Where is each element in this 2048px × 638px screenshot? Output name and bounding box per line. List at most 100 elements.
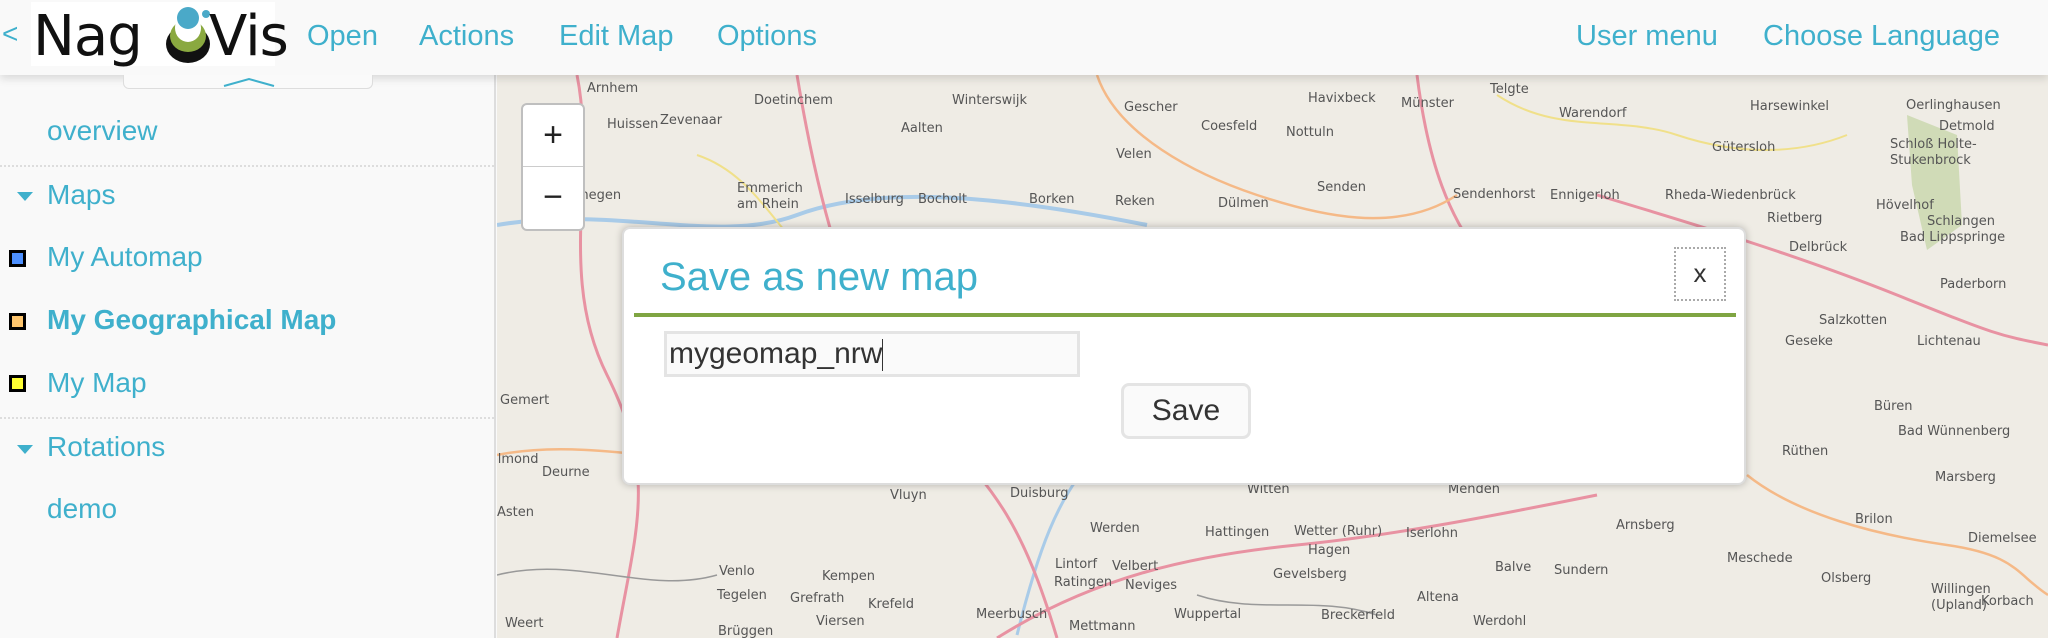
map-place-label: Gevelsberg — [1273, 567, 1347, 582]
sidebar-item-my-geographical-map[interactable]: My Geographical Map — [47, 304, 336, 336]
map-place-label: Neviges — [1125, 578, 1178, 593]
map-place-label: Münster — [1401, 96, 1454, 111]
sidebar-section-maps[interactable]: Maps — [47, 179, 115, 211]
map-place-label: Hövelhof — [1876, 198, 1934, 213]
map-place-label: Gescher — [1124, 100, 1178, 115]
map-place-label: Werdohl — [1473, 614, 1527, 629]
zoom-control: + − — [521, 103, 585, 231]
map-place-label: Geseke — [1785, 334, 1833, 349]
close-button[interactable]: x — [1674, 247, 1726, 301]
map-place-label: Warendorf — [1559, 106, 1627, 121]
map-place-label: Telgte — [1490, 82, 1529, 97]
map-name-value: mygeomap_nrw — [669, 337, 883, 370]
map-place-label: Hattingen — [1205, 525, 1270, 540]
map-place-label: Viersen — [816, 614, 865, 629]
map-place-label: Arnsberg — [1616, 518, 1675, 533]
map-place-label: Krefeld — [868, 597, 915, 612]
map-place-label: Havixbeck — [1308, 91, 1376, 106]
menu-open[interactable]: Open — [307, 20, 378, 53]
logo-mark-icon — [166, 7, 210, 63]
logo-text-left: Nag — [33, 4, 143, 69]
map-place-label: Velen — [1116, 147, 1152, 162]
map-place-label: am Rhein — [737, 197, 799, 212]
zoom-in-button[interactable]: + — [523, 105, 583, 167]
map-place-label: Paderborn — [1940, 277, 2007, 292]
title-divider — [634, 313, 1736, 317]
logo-text-right: Vis — [209, 4, 289, 69]
map-place-label: Iserlohn — [1406, 526, 1458, 541]
map-place-label: Meerbusch — [976, 607, 1048, 622]
map-name-input[interactable]: mygeomap_nrw — [664, 331, 1080, 377]
map-place-label: Salzkotten — [1819, 313, 1888, 328]
map-place-label: Ratingen — [1054, 575, 1113, 590]
map-place-label: Oerlinghausen — [1906, 98, 2001, 113]
map-place-label: Korbach — [1981, 594, 2034, 609]
zoom-out-button[interactable]: − — [523, 167, 583, 229]
save-as-new-map-dialog: Save as new map x mygeomap_nrw Save — [622, 227, 1746, 485]
map-place-label: Lintorf — [1055, 557, 1098, 572]
save-button[interactable]: Save — [1121, 383, 1251, 439]
map-place-label: Dülmen — [1218, 196, 1269, 211]
menu-edit-map[interactable]: Edit Map — [559, 20, 673, 53]
map-place-label: Schloß Holte- — [1890, 137, 1977, 152]
header-toggle-handle[interactable] — [123, 75, 373, 89]
map-place-label: Tegelen — [717, 588, 767, 603]
divider — [0, 417, 494, 419]
map-place-label: Enniger­loh — [1550, 188, 1620, 203]
sidebar-item-my-automap[interactable]: My Automap — [47, 241, 203, 273]
sidebar-item-demo[interactable]: demo — [47, 493, 117, 525]
map-place-label: Winterswijk — [952, 93, 1028, 108]
collapse-sidebar-button[interactable]: < — [2, 18, 18, 50]
map-place-label: Diemelsee — [1968, 531, 2037, 546]
map-place-label: Sundern — [1554, 563, 1609, 578]
map-place-label: Rüthen — [1782, 444, 1829, 459]
map-place-label: Asten — [497, 505, 535, 520]
map-place-label: Coesfeld — [1201, 119, 1258, 134]
map-place-label: Venlo — [719, 564, 755, 579]
map-place-label: Breckerfeld — [1321, 608, 1395, 623]
menu-user[interactable]: User menu — [1576, 20, 1718, 53]
map-status-icon — [9, 250, 26, 267]
caret-down-icon[interactable] — [17, 445, 33, 454]
map-status-icon — [9, 375, 26, 392]
map-place-label: Brilon — [1855, 512, 1893, 527]
divider — [0, 165, 494, 167]
map-place-label: Weert — [505, 616, 544, 631]
map-place-label: Sendenhorst — [1453, 187, 1536, 202]
map-place-label: Gütersloh — [1712, 140, 1776, 155]
map-place-label: Zevenaar — [660, 113, 723, 128]
map-place-label: Nottuln — [1286, 125, 1334, 140]
menu-choose-language[interactable]: Choose Language — [1763, 20, 2000, 53]
map-place-label: Balve — [1495, 560, 1532, 575]
map-place-label: Brüggen — [718, 624, 774, 638]
menu-actions[interactable]: Actions — [419, 20, 514, 53]
sidebar-item-overview[interactable]: overview — [47, 115, 157, 147]
map-place-label: Wuppertal — [1174, 607, 1242, 622]
caret-down-icon[interactable] — [17, 192, 33, 201]
text-caret — [882, 339, 884, 372]
map-place-label: Gemert — [500, 393, 550, 408]
map-place-label: Vluyn — [890, 488, 927, 503]
map-place-label: Werden — [1090, 521, 1140, 536]
map-place-label: Reken — [1115, 194, 1155, 209]
map-place-label: Bad Wünnenberg — [1898, 424, 2011, 439]
map-place-label: Stukenbrock — [1890, 153, 1971, 168]
map-place-label: Meschede — [1727, 551, 1793, 566]
map-place-label: (Upland) — [1931, 598, 1987, 613]
map-place-label: Büren — [1874, 399, 1913, 414]
sidebar: overview Maps My Automap My Geographical… — [0, 75, 496, 638]
map-place-label: Lichtenau — [1917, 334, 1981, 349]
menu-options[interactable]: Options — [717, 20, 817, 53]
map-place-label: Senden — [1317, 180, 1366, 195]
map-place-label: Bad Lippspringe — [1900, 230, 2006, 245]
map-place-label: Harsewinkel — [1750, 99, 1830, 114]
map-place-label: Borken — [1029, 192, 1075, 207]
sidebar-section-rotations[interactable]: Rotations — [47, 431, 165, 463]
map-place-label: Altena — [1417, 590, 1459, 605]
map-place-label: Marsberg — [1935, 470, 1996, 485]
map-place-label: Kempen — [822, 569, 876, 584]
top-menu-bar: < Nag Vis Open Actions Edit Map Options … — [0, 0, 2048, 75]
map-place-label: Deurne — [542, 465, 590, 480]
nagvis-logo[interactable]: Nag Vis — [31, 2, 289, 69]
sidebar-item-my-map[interactable]: My Map — [47, 367, 147, 399]
